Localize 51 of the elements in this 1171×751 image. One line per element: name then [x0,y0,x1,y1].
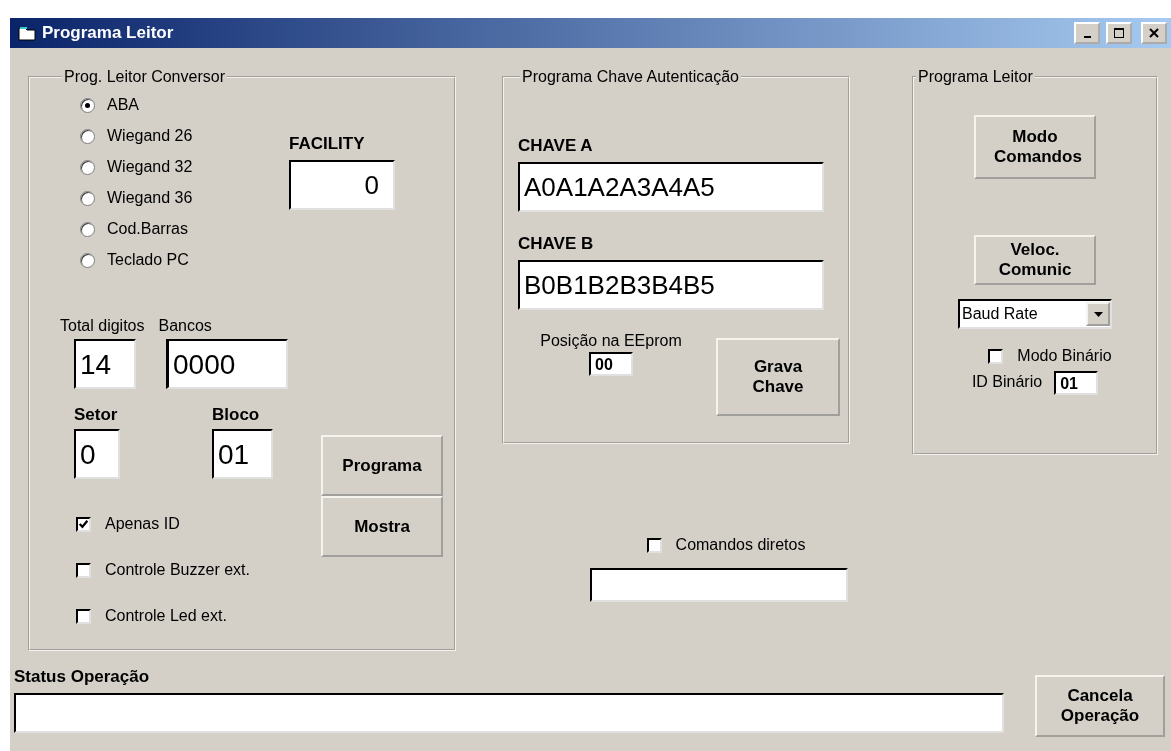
radio-option[interactable]: ABA [80,94,289,116]
checkbox-option[interactable]: Controle Buzzer ext. [76,559,297,581]
field-label: FACILITY [289,134,366,154]
action-button[interactable]: Mostra [321,496,443,557]
action-button[interactable]: Programa [321,435,443,496]
field-label: Bancos [158,317,212,335]
folder-icon [18,25,36,41]
radio-option[interactable]: Cod.Barras [80,218,289,240]
baud-rate-dropdown[interactable]: Baud Rate [958,299,1112,329]
field-label: CHAVE A [518,136,594,156]
field-label: Total digitos [60,317,145,335]
input-field[interactable]: 0000 [166,339,288,389]
minimize-icon [1083,36,1091,38]
close-icon [1149,28,1159,38]
maximize-button[interactable] [1106,22,1132,44]
window-title: Programa Leitor [42,23,174,43]
field-label: Bloco [212,405,260,425]
checkbox-option[interactable]: Modo Binário [988,345,1112,367]
input-field[interactable]: A0A1A2A3A4A5 [518,162,824,212]
field-label: ID Binário [971,373,1043,391]
checkbox-option[interactable]: Controle Led ext. [76,605,297,627]
input-field[interactable]: 14 [74,339,136,389]
radio-option[interactable]: Wiegand 26 [80,125,289,147]
status-label: Status Operação [14,667,151,687]
maximize-icon [1114,28,1124,38]
speed-button[interactable]: Veloc. Comunic [974,235,1096,285]
checkbox-option[interactable]: Comandos diretos [646,534,806,556]
cancel-button[interactable]: Cancela Operação [1035,675,1165,737]
input-field[interactable]: 0 [289,160,395,210]
command-mode-button[interactable]: Modo Comandos [974,115,1096,179]
dropdown-arrow-icon [1093,311,1103,317]
checkbox-option[interactable]: Apenas ID [76,513,297,535]
field-label: Setor [74,405,119,425]
input-field[interactable]: 00 [589,352,633,376]
input-field[interactable]: B0B1B2B3B4B5 [518,260,824,310]
command-field[interactable] [590,568,848,602]
save-key-button[interactable]: Grava Chave [716,338,840,416]
field-label: CHAVE B [518,234,595,254]
input-field[interactable]: 0 [74,429,120,479]
close-button[interactable] [1141,22,1167,44]
check-icon [78,518,89,530]
minimize-button[interactable] [1074,22,1100,44]
input-field[interactable]: 01 [212,429,273,479]
group-title: Programa Leitor [917,68,1034,86]
input-field[interactable]: 01 [1054,371,1099,395]
group-title: Programa Chave Autenticação [521,68,740,86]
radio-option[interactable]: Wiegand 36 [80,187,289,209]
group-title: Prog. Leitor Conversor [63,68,226,86]
radio-option[interactable]: Teclado PC [80,249,289,271]
radio-option[interactable]: Wiegand 32 [80,156,289,178]
field-label: Posição na EEprom [540,332,682,350]
